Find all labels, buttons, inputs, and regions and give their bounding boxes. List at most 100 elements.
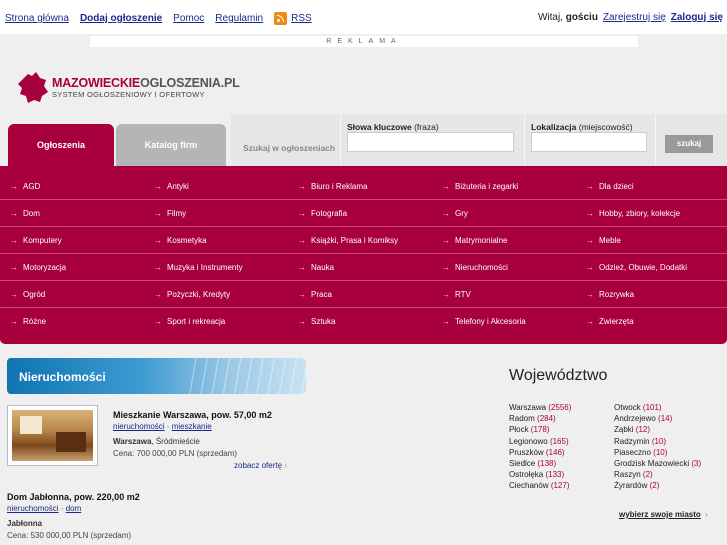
category-link[interactable]: Gry xyxy=(442,200,468,227)
city-item[interactable]: Żyrardów (2) xyxy=(614,480,701,491)
category-link[interactable]: Rozrywka xyxy=(586,281,634,308)
category-link[interactable]: Antyki xyxy=(154,173,189,200)
listing-title[interactable]: Dom Jabłonna, pow. 220,00 m2 xyxy=(7,492,140,502)
category-link[interactable]: Dla dzieci xyxy=(586,173,634,200)
real-estate-banner[interactable]: Nieruchomości xyxy=(7,358,306,394)
category-link[interactable]: Matrymonialne xyxy=(442,227,507,254)
city-item[interactable]: Płock (178) xyxy=(509,424,571,435)
category-link[interactable]: Kosmetyka xyxy=(154,227,207,254)
city-item[interactable]: Ostrołęka (133) xyxy=(509,469,571,480)
category-link[interactable]: Filmy xyxy=(154,200,186,227)
city-item[interactable]: Radzymin (10) xyxy=(614,436,701,447)
city-item[interactable]: Piaseczno (10) xyxy=(614,447,701,458)
nav-home-link[interactable]: Strona główna xyxy=(5,13,69,24)
category-link[interactable]: Sztuka xyxy=(298,308,335,335)
listing-thumbnail[interactable] xyxy=(7,405,98,466)
city-item[interactable]: Grodzisk Mazowiecki (3) xyxy=(614,458,701,469)
chevron-right-icon: › xyxy=(705,510,708,519)
category-row: Komputery Kosmetyka Książki, Prasa i Komik… xyxy=(0,227,727,254)
site-logo[interactable]: MAZOWIECKIEOGLOSZENIA.PL SYSTEM OGŁOSZEN… xyxy=(16,70,240,110)
city-item[interactable]: Pruszków (146) xyxy=(509,447,571,458)
category-link[interactable]: Meble xyxy=(586,227,621,254)
rss-icon[interactable] xyxy=(274,12,288,25)
category-link[interactable]: Praca xyxy=(298,281,332,308)
city-name[interactable]: Ząbki xyxy=(614,425,634,434)
listing-tag-link[interactable]: nieruchomości xyxy=(7,504,59,513)
category-link[interactable]: Motoryzacja xyxy=(10,254,66,281)
see-offer-link[interactable]: zobacz ofertę › xyxy=(234,461,287,470)
category-link[interactable]: Ogród xyxy=(10,281,45,308)
search-divider xyxy=(655,114,656,166)
city-item[interactable]: Andrzejewo (14) xyxy=(614,413,701,424)
nav-rss-link[interactable]: RSS xyxy=(291,13,312,24)
category-link[interactable]: Zwierzęta xyxy=(586,308,634,335)
nav-rules-link[interactable]: Regulamin xyxy=(215,13,263,24)
category-link[interactable]: Książki, Prasa i Komiksy xyxy=(298,227,398,254)
category-link[interactable]: AGD xyxy=(10,173,40,200)
city-name[interactable]: Piaseczno xyxy=(614,448,651,457)
category-link[interactable]: Sport i rekreacja xyxy=(154,308,225,335)
city-item[interactable]: Warszawa (2556) xyxy=(509,402,571,413)
city-name[interactable]: Andrzejewo xyxy=(614,414,656,423)
city-name[interactable]: Grodzisk Mazowiecki xyxy=(614,459,689,468)
category-link[interactable]: Fotografia xyxy=(298,200,347,227)
category-link[interactable]: Muzyka i Instrumenty xyxy=(154,254,243,281)
listing-title[interactable]: Mieszkanie Warszawa, pow. 57,00 m2 xyxy=(113,410,272,420)
listing-tag-link[interactable]: nieruchomości xyxy=(113,422,165,431)
listing-tags: nieruchomości - dom xyxy=(7,504,81,513)
see-offer-label[interactable]: zobacz ofertę xyxy=(234,461,282,470)
choose-city-link[interactable]: wybierz swoje miasto xyxy=(619,510,701,519)
category-link[interactable]: Pożyczki, Kredyty xyxy=(154,281,230,308)
category-link[interactable]: Biżuteria i zegarki xyxy=(442,173,518,200)
category-link[interactable]: Różne xyxy=(10,308,46,335)
city-name[interactable]: Radom xyxy=(509,414,535,423)
listing-tag-link[interactable]: mieszkanie xyxy=(172,422,212,431)
tab-ads[interactable]: Ogłoszenia xyxy=(8,124,114,166)
city-item[interactable]: Radom (284) xyxy=(509,413,571,424)
logo-subtitle: SYSTEM OGŁOSZENIOWY I OFERTOWY xyxy=(52,90,205,99)
keywords-label: Słowa kluczowe (fraza) xyxy=(347,122,439,132)
search-button[interactable]: szukaj xyxy=(665,135,713,153)
city-name[interactable]: Raszyn xyxy=(614,470,641,479)
city-name[interactable]: Siedlce xyxy=(509,459,535,468)
category-link[interactable]: Dom xyxy=(10,200,40,227)
nav-add-ad-link[interactable]: Dodaj ogłoszenie xyxy=(80,13,162,24)
city-item[interactable]: Ząbki (12) xyxy=(614,424,701,435)
category-link[interactable]: Hobby, zbiory, kolekcje xyxy=(586,200,680,227)
category-link[interactable]: Telefony i Akcesoria xyxy=(442,308,526,335)
city-item[interactable]: Otwock (101) xyxy=(614,402,701,413)
tab-firm-catalog[interactable]: Katalog firm xyxy=(116,124,226,166)
rss-link-group[interactable]: RSS xyxy=(274,12,312,25)
location-input[interactable] xyxy=(531,132,647,152)
keywords-hint: (fraza) xyxy=(414,122,439,132)
nav-help-link[interactable]: Pomoc xyxy=(173,13,204,24)
register-link[interactable]: Zarejestruj się xyxy=(603,12,666,23)
logo-title-a: MAZOWIECKIE xyxy=(52,76,141,90)
city-item[interactable]: Legionowo (165) xyxy=(509,436,571,447)
category-link[interactable]: Komputery xyxy=(10,227,62,254)
city-name[interactable]: Otwock xyxy=(614,403,641,412)
city-item[interactable]: Raszyn (2) xyxy=(614,469,701,480)
top-bar: Strona główna Dodaj ogłoszenie Pomoc Reg… xyxy=(0,0,727,34)
category-link[interactable]: Biuro i Reklama xyxy=(298,173,367,200)
city-item[interactable]: Siedlce (138) xyxy=(509,458,571,469)
city-name[interactable]: Ciechanów xyxy=(509,481,549,490)
city-name[interactable]: Ostrołęka xyxy=(509,470,543,479)
city-name[interactable]: Płock xyxy=(509,425,529,434)
login-link[interactable]: Zaloguj się xyxy=(671,12,723,23)
city-name[interactable]: Radzymin xyxy=(614,437,650,446)
city-item[interactable]: Ciechanów (127) xyxy=(509,480,571,491)
keywords-input[interactable] xyxy=(347,132,514,152)
city-name[interactable]: Pruszków xyxy=(509,448,544,457)
category-link[interactable]: Nieruchomości xyxy=(442,254,508,281)
category-link[interactable]: Odzież, Obuwie, Dodatki xyxy=(586,254,687,281)
tag-separator: - xyxy=(58,504,66,513)
category-link[interactable]: Nauka xyxy=(298,254,334,281)
city-name[interactable]: Żyrardów xyxy=(614,481,647,490)
category-link[interactable]: RTV xyxy=(442,281,471,308)
city-name[interactable]: Warszawa xyxy=(509,403,546,412)
city-name[interactable]: Legionowo xyxy=(509,437,548,446)
guest-label: gościu xyxy=(565,12,598,23)
category-row: AGD Antyki Biuro i Reklama Biżuteria i zega… xyxy=(0,173,727,200)
listing-tag-link[interactable]: dom xyxy=(66,504,82,513)
